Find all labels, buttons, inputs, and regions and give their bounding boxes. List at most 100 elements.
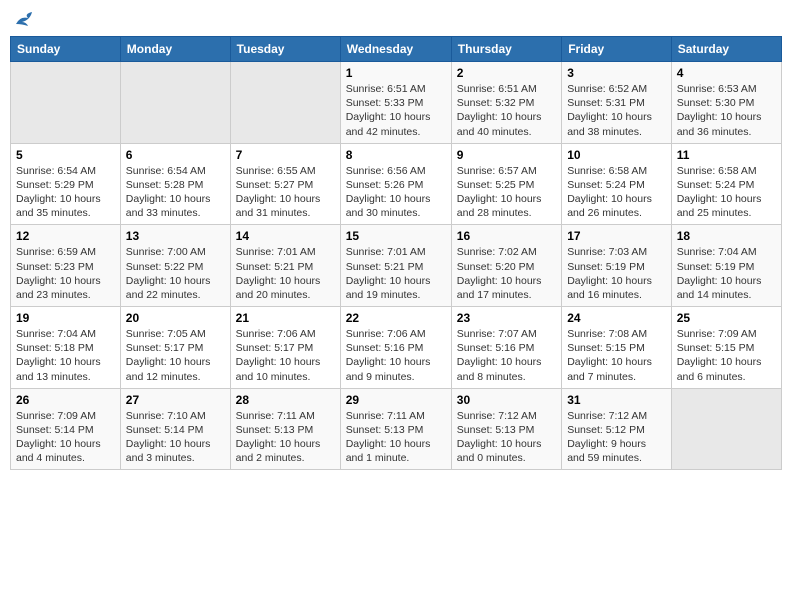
- logo: [10, 10, 34, 32]
- day-number: 23: [457, 311, 556, 325]
- day-info: Sunrise: 7:11 AM Sunset: 5:13 PM Dayligh…: [346, 409, 446, 466]
- calendar-cell: 31Sunrise: 7:12 AM Sunset: 5:12 PM Dayli…: [562, 388, 672, 470]
- calendar-cell: 28 Sunrise: 7:11 AM Sunset: 5:13 PM Dayli…: [230, 388, 340, 470]
- day-info: Sunrise: 7:06 AM Sunset: 5:16 PM Dayligh…: [346, 327, 446, 384]
- calendar-cell: 12 Sunrise: 6:59 AM Sunset: 5:23 PM Dayli…: [11, 225, 121, 307]
- calendar-cell: 11 Sunrise: 6:58 AM Sunset: 5:24 PM Dayli…: [671, 143, 781, 225]
- week-row-1: 1 Sunrise: 6:51 AM Sunset: 5:33 PM Daylig…: [11, 62, 782, 144]
- day-number: 1: [346, 66, 446, 80]
- calendar-table: SundayMondayTuesdayWednesdayThursdayFrid…: [10, 36, 782, 470]
- day-info: Sunrise: 6:58 AM Sunset: 5:24 PM Dayligh…: [677, 164, 776, 221]
- day-number: 19: [16, 311, 115, 325]
- day-number: 9: [457, 148, 556, 162]
- calendar-cell: [230, 62, 340, 144]
- day-header-wednesday: Wednesday: [340, 37, 451, 62]
- day-info: Sunrise: 6:51 AM Sunset: 5:32 PM Dayligh…: [457, 82, 556, 139]
- day-number: 4: [677, 66, 776, 80]
- day-number: 13: [126, 229, 225, 243]
- calendar-cell: 24 Sunrise: 7:08 AM Sunset: 5:15 PM Dayli…: [562, 307, 672, 389]
- calendar-cell: 15 Sunrise: 7:01 AM Sunset: 5:21 PM Dayli…: [340, 225, 451, 307]
- page-header: [10, 10, 782, 32]
- day-info: Sunrise: 6:56 AM Sunset: 5:26 PM Dayligh…: [346, 164, 446, 221]
- logo-bird-icon: [12, 10, 34, 32]
- day-header-friday: Friday: [562, 37, 672, 62]
- calendar-cell: 10 Sunrise: 6:58 AM Sunset: 5:24 PM Dayli…: [562, 143, 672, 225]
- day-info: Sunrise: 6:55 AM Sunset: 5:27 PM Dayligh…: [236, 164, 335, 221]
- week-row-4: 19 Sunrise: 7:04 AM Sunset: 5:18 PM Dayli…: [11, 307, 782, 389]
- calendar-cell: 27 Sunrise: 7:10 AM Sunset: 5:14 PM Dayli…: [120, 388, 230, 470]
- calendar-cell: 29 Sunrise: 7:11 AM Sunset: 5:13 PM Dayli…: [340, 388, 451, 470]
- day-header-thursday: Thursday: [451, 37, 561, 62]
- calendar-cell: 3 Sunrise: 6:52 AM Sunset: 5:31 PM Daylig…: [562, 62, 672, 144]
- day-info: Sunrise: 7:12 AM Sunset: 5:12 PM Dayligh…: [567, 409, 666, 466]
- day-number: 14: [236, 229, 335, 243]
- day-number: 7: [236, 148, 335, 162]
- day-info: Sunrise: 7:01 AM Sunset: 5:21 PM Dayligh…: [346, 245, 446, 302]
- calendar-cell: 8 Sunrise: 6:56 AM Sunset: 5:26 PM Daylig…: [340, 143, 451, 225]
- week-row-5: 26 Sunrise: 7:09 AM Sunset: 5:14 PM Dayli…: [11, 388, 782, 470]
- day-number: 5: [16, 148, 115, 162]
- calendar-cell: 30 Sunrise: 7:12 AM Sunset: 5:13 PM Dayli…: [451, 388, 561, 470]
- day-info: Sunrise: 7:11 AM Sunset: 5:13 PM Dayligh…: [236, 409, 335, 466]
- calendar-header-row: SundayMondayTuesdayWednesdayThursdayFrid…: [11, 37, 782, 62]
- day-number: 15: [346, 229, 446, 243]
- calendar-cell: [120, 62, 230, 144]
- day-info: Sunrise: 7:10 AM Sunset: 5:14 PM Dayligh…: [126, 409, 225, 466]
- calendar-cell: 25 Sunrise: 7:09 AM Sunset: 5:15 PM Dayli…: [671, 307, 781, 389]
- day-info: Sunrise: 7:04 AM Sunset: 5:19 PM Dayligh…: [677, 245, 776, 302]
- calendar-cell: 19 Sunrise: 7:04 AM Sunset: 5:18 PM Dayli…: [11, 307, 121, 389]
- day-number: 20: [126, 311, 225, 325]
- day-info: Sunrise: 6:51 AM Sunset: 5:33 PM Dayligh…: [346, 82, 446, 139]
- calendar-cell: 21 Sunrise: 7:06 AM Sunset: 5:17 PM Dayli…: [230, 307, 340, 389]
- day-info: Sunrise: 6:52 AM Sunset: 5:31 PM Dayligh…: [567, 82, 666, 139]
- calendar-cell: 16Sunrise: 7:02 AM Sunset: 5:20 PM Dayli…: [451, 225, 561, 307]
- day-info: Sunrise: 7:00 AM Sunset: 5:22 PM Dayligh…: [126, 245, 225, 302]
- day-number: 8: [346, 148, 446, 162]
- day-number: 12: [16, 229, 115, 243]
- calendar-cell: 18 Sunrise: 7:04 AM Sunset: 5:19 PM Dayli…: [671, 225, 781, 307]
- day-number: 3: [567, 66, 666, 80]
- day-number: 11: [677, 148, 776, 162]
- day-header-monday: Monday: [120, 37, 230, 62]
- day-number: 17: [567, 229, 666, 243]
- day-info: Sunrise: 7:01 AM Sunset: 5:21 PM Dayligh…: [236, 245, 335, 302]
- calendar-cell: 4 Sunrise: 6:53 AM Sunset: 5:30 PM Daylig…: [671, 62, 781, 144]
- day-header-sunday: Sunday: [11, 37, 121, 62]
- calendar-cell: 22 Sunrise: 7:06 AM Sunset: 5:16 PM Dayli…: [340, 307, 451, 389]
- day-info: Sunrise: 6:57 AM Sunset: 5:25 PM Dayligh…: [457, 164, 556, 221]
- day-info: Sunrise: 6:53 AM Sunset: 5:30 PM Dayligh…: [677, 82, 776, 139]
- day-info: Sunrise: 7:09 AM Sunset: 5:15 PM Dayligh…: [677, 327, 776, 384]
- day-info: Sunrise: 7:07 AM Sunset: 5:16 PM Dayligh…: [457, 327, 556, 384]
- day-info: Sunrise: 7:02 AM Sunset: 5:20 PM Dayligh…: [457, 245, 556, 302]
- day-info: Sunrise: 7:04 AM Sunset: 5:18 PM Dayligh…: [16, 327, 115, 384]
- day-number: 27: [126, 393, 225, 407]
- calendar-cell: 7 Sunrise: 6:55 AM Sunset: 5:27 PM Daylig…: [230, 143, 340, 225]
- day-number: 25: [677, 311, 776, 325]
- calendar-cell: 20 Sunrise: 7:05 AM Sunset: 5:17 PM Dayli…: [120, 307, 230, 389]
- day-info: Sunrise: 7:06 AM Sunset: 5:17 PM Dayligh…: [236, 327, 335, 384]
- day-info: Sunrise: 7:12 AM Sunset: 5:13 PM Dayligh…: [457, 409, 556, 466]
- day-number: 26: [16, 393, 115, 407]
- day-number: 22: [346, 311, 446, 325]
- day-number: 18: [677, 229, 776, 243]
- day-info: Sunrise: 6:54 AM Sunset: 5:28 PM Dayligh…: [126, 164, 225, 221]
- calendar-cell: [671, 388, 781, 470]
- calendar-cell: 23 Sunrise: 7:07 AM Sunset: 5:16 PM Dayli…: [451, 307, 561, 389]
- day-info: Sunrise: 6:58 AM Sunset: 5:24 PM Dayligh…: [567, 164, 666, 221]
- day-info: Sunrise: 7:08 AM Sunset: 5:15 PM Dayligh…: [567, 327, 666, 384]
- day-info: Sunrise: 7:05 AM Sunset: 5:17 PM Dayligh…: [126, 327, 225, 384]
- day-number: 21: [236, 311, 335, 325]
- day-number: 28: [236, 393, 335, 407]
- calendar-cell: 17 Sunrise: 7:03 AM Sunset: 5:19 PM Dayli…: [562, 225, 672, 307]
- calendar-cell: 2Sunrise: 6:51 AM Sunset: 5:32 PM Daylig…: [451, 62, 561, 144]
- day-info: Sunrise: 6:59 AM Sunset: 5:23 PM Dayligh…: [16, 245, 115, 302]
- day-number: 30: [457, 393, 556, 407]
- day-number: 24: [567, 311, 666, 325]
- calendar-cell: 9 Sunrise: 6:57 AM Sunset: 5:25 PM Daylig…: [451, 143, 561, 225]
- day-number: 10: [567, 148, 666, 162]
- calendar-cell: 14 Sunrise: 7:01 AM Sunset: 5:21 PM Dayli…: [230, 225, 340, 307]
- day-info: Sunrise: 7:09 AM Sunset: 5:14 PM Dayligh…: [16, 409, 115, 466]
- day-info: Sunrise: 7:03 AM Sunset: 5:19 PM Dayligh…: [567, 245, 666, 302]
- day-header-saturday: Saturday: [671, 37, 781, 62]
- day-number: 29: [346, 393, 446, 407]
